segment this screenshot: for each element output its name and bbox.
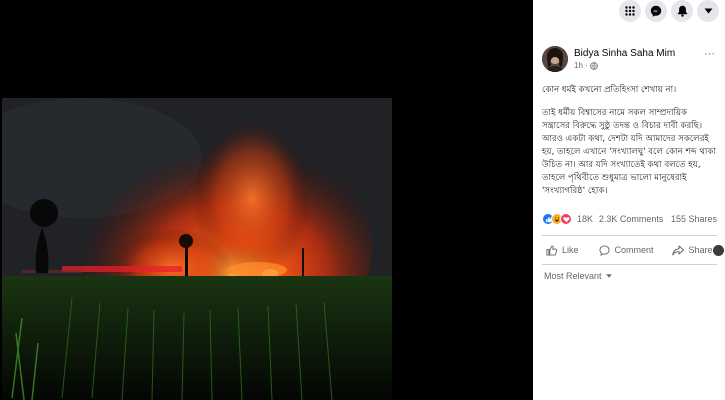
share-label: Share [688, 245, 713, 255]
account-menu-button[interactable] [697, 0, 719, 22]
post-side-panel: Bidya Sinha Saha Mim 1h · ··· কোন ধর্মই … [533, 0, 725, 400]
author-info: Bidya Sinha Saha Mim 1h · [574, 47, 675, 71]
grid-icon [625, 6, 635, 16]
comment-button[interactable]: Comment [598, 244, 654, 256]
post-text: কোন ধর্মই কখনো প্রতিহিংসা শেখায় না। তাই… [542, 84, 717, 198]
share-count[interactable]: 155 Shares [671, 214, 717, 224]
reaction-count[interactable]: 18K [577, 214, 593, 224]
divider [542, 264, 717, 265]
thumbs-up-icon [546, 245, 557, 256]
post: Bidya Sinha Saha Mim 1h · ··· কোন ধর্মই … [533, 38, 725, 281]
messenger-button[interactable] [645, 0, 667, 22]
post-timestamp[interactable]: 1h [574, 60, 583, 71]
love-reaction-icon [560, 213, 572, 225]
post-photo[interactable] [2, 98, 392, 400]
avatar-photo [542, 46, 568, 72]
post-actions: Like Comment Share [542, 236, 724, 264]
comment-icon [598, 244, 610, 256]
author-avatar[interactable] [542, 46, 568, 72]
share-icon [671, 245, 684, 255]
comment-label: Comment [614, 245, 654, 255]
like-button[interactable]: Like [546, 245, 579, 256]
stats-right: 2.3K Comments 155 Shares [594, 214, 717, 224]
reaction-icons[interactable] [542, 213, 572, 225]
notifications-button[interactable] [671, 0, 693, 22]
post-meta: 1h · [574, 60, 675, 71]
globe-icon [589, 61, 598, 70]
comment-count[interactable]: 2.3K Comments [599, 214, 664, 224]
comment-sort-dropdown[interactable]: Most Relevant [542, 271, 717, 281]
caret-down-icon [704, 8, 712, 14]
caret-down-icon [605, 274, 612, 278]
post-as-selector[interactable] [712, 244, 725, 256]
night-fire-photo [2, 98, 392, 400]
photo-viewer [0, 0, 533, 400]
like-label: Like [562, 245, 579, 255]
more-options-button[interactable]: ··· [704, 48, 715, 60]
top-nav-bar [533, 0, 725, 38]
post-paragraph: তাই ধর্মীয় বিশ্বাসের নামে সকল সাম্প্রদা… [542, 108, 716, 196]
post-stats: 18K 2.3K Comments 155 Shares [542, 211, 717, 227]
menu-grid-button[interactable] [619, 0, 641, 22]
messenger-icon [650, 5, 662, 17]
share-button[interactable]: Share [671, 245, 713, 256]
viewer-avatar [712, 244, 724, 256]
post-paragraph: কোন ধর্মই কখনো প্রতিহিংসা শেখায় না। [542, 85, 677, 95]
post-header: Bidya Sinha Saha Mim 1h · [542, 44, 717, 74]
bell-icon [677, 5, 687, 17]
author-name[interactable]: Bidya Sinha Saha Mim [574, 47, 675, 60]
sort-label: Most Relevant [544, 271, 602, 281]
